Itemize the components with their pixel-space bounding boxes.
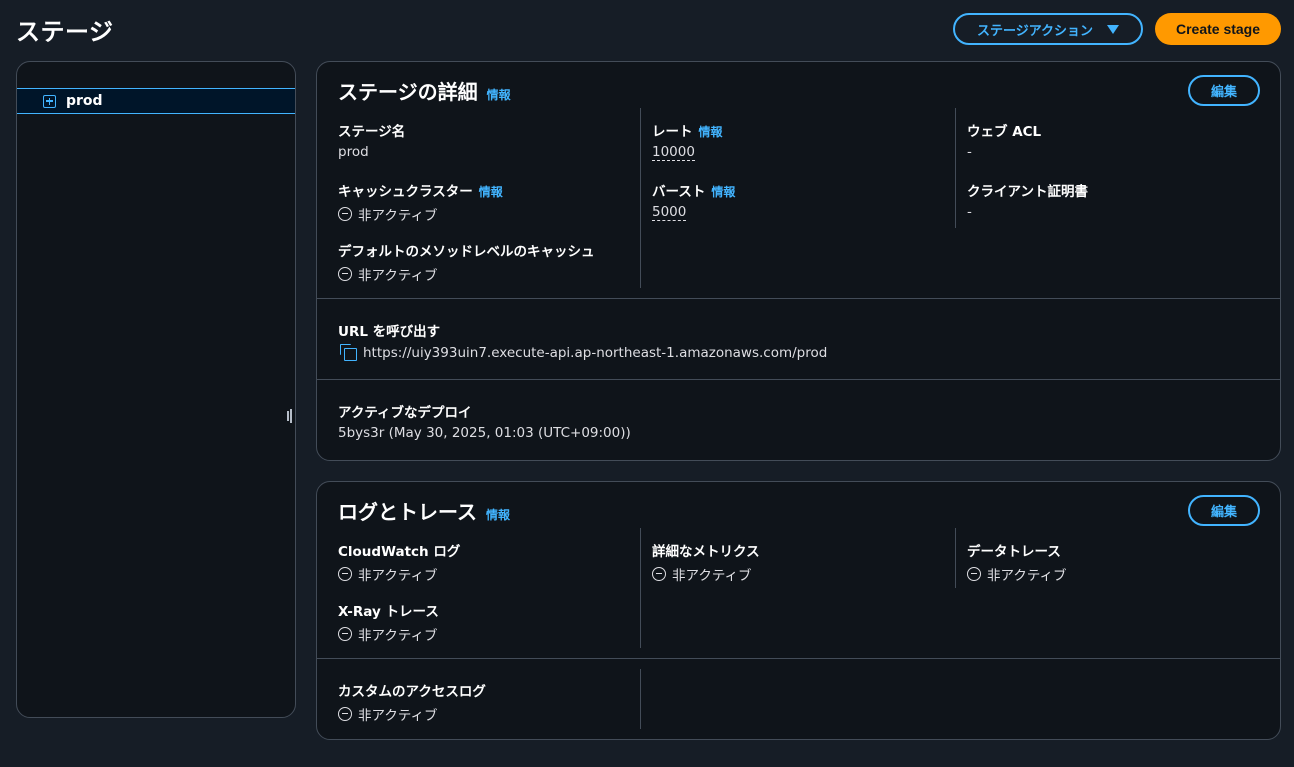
detailed-metrics-value: 非アクティブ bbox=[672, 568, 752, 584]
status-negative-icon bbox=[338, 627, 352, 641]
field-value: prod bbox=[338, 144, 405, 160]
active-deployment-value: 5bys3r (May 30, 2025, 01:03 (UTC+09:00)) bbox=[338, 425, 631, 441]
column-divider bbox=[640, 108, 641, 288]
data-trace-field: データトレース 非アクティブ bbox=[967, 540, 1067, 584]
default-method-cache-value: 非アクティブ bbox=[358, 268, 438, 284]
client-cert-value: - bbox=[967, 204, 972, 220]
info-link[interactable]: 情報 bbox=[711, 183, 735, 200]
stages-page: ステージ ステージアクション Create stage prod ステージの詳細… bbox=[0, 0, 1294, 767]
field-value: 5000 bbox=[652, 204, 735, 221]
page-title: ステージ bbox=[16, 18, 114, 46]
info-link[interactable]: 情報 bbox=[487, 86, 511, 103]
field-value: - bbox=[967, 204, 1088, 220]
status-negative-icon bbox=[338, 567, 352, 581]
field-value: 10000 bbox=[652, 144, 723, 161]
status-negative-icon bbox=[338, 267, 352, 281]
invoke-url-field: URL を呼び出す https://uiy393uin7.execute-api… bbox=[338, 320, 827, 361]
stage-name-field: ステージ名 prod bbox=[338, 120, 405, 160]
section-divider bbox=[317, 298, 1280, 299]
client-cert-field: クライアント証明書 - bbox=[967, 180, 1088, 220]
stage-details-header: ステージの詳細 情報 bbox=[338, 76, 511, 105]
field-label: 詳細なメトリクス bbox=[652, 544, 760, 560]
edit-logs-tracing-button[interactable]: 編集 bbox=[1188, 495, 1260, 526]
cloudwatch-logs-value: 非アクティブ bbox=[358, 568, 438, 584]
rate-field: レート 情報 10000 bbox=[652, 120, 723, 161]
create-stage-button[interactable]: Create stage bbox=[1155, 13, 1281, 45]
field-label: デフォルトのメソッドレベルのキャッシュ bbox=[338, 244, 595, 260]
column-divider bbox=[640, 528, 641, 648]
status-negative-icon bbox=[652, 567, 666, 581]
custom-access-logs-field: カスタムのアクセスログ 非アクティブ bbox=[338, 680, 486, 724]
section-divider bbox=[317, 379, 1280, 380]
field-value: 非アクティブ bbox=[338, 204, 503, 224]
burst-value[interactable]: 5000 bbox=[652, 204, 687, 221]
default-method-cache-field: デフォルトのメソッドレベルのキャッシュ 非アクティブ bbox=[338, 240, 595, 284]
copy-icon[interactable] bbox=[340, 344, 357, 361]
stage-actions-button[interactable]: ステージアクション bbox=[953, 13, 1143, 45]
burst-label: バースト bbox=[652, 184, 706, 200]
field-value: 非アクティブ bbox=[338, 704, 486, 724]
logs-tracing-container: ログとトレース 情報 編集 CloudWatch ログ 非アクティブ X-Ray… bbox=[316, 481, 1281, 740]
custom-access-logs-value: 非アクティブ bbox=[358, 708, 438, 724]
expand-icon[interactable] bbox=[43, 94, 56, 108]
status-negative-icon bbox=[338, 707, 352, 721]
rate-value[interactable]: 10000 bbox=[652, 144, 695, 161]
burst-field: バースト 情報 5000 bbox=[652, 180, 735, 221]
detailed-metrics-field: 詳細なメトリクス 非アクティブ bbox=[652, 540, 760, 584]
active-deployment-field: アクティブなデプロイ 5bys3r (May 30, 2025, 01:03 (… bbox=[338, 401, 631, 441]
cache-cluster-value: 非アクティブ bbox=[358, 208, 438, 224]
tree-item-prod[interactable]: prod bbox=[17, 88, 295, 114]
cache-cluster-field: キャッシュクラスター 情報 非アクティブ bbox=[338, 180, 503, 224]
field-label: データトレース bbox=[967, 544, 1061, 560]
stage-details-container: ステージの詳細 情報 編集 ステージ名 prod キャッシュクラスター 情報 非… bbox=[316, 61, 1281, 461]
column-divider bbox=[955, 108, 956, 228]
stage-actions-label: ステージアクション bbox=[976, 23, 1094, 39]
cache-cluster-label: キャッシュクラスター bbox=[338, 184, 473, 200]
field-value: 非アクティブ bbox=[338, 564, 460, 584]
cloudwatch-logs-field: CloudWatch ログ 非アクティブ bbox=[338, 540, 460, 584]
web-acl-field: ウェブ ACL - bbox=[967, 120, 1041, 160]
xray-tracing-value: 非アクティブ bbox=[358, 628, 438, 644]
field-label: CloudWatch ログ bbox=[338, 544, 461, 560]
field-label: ウェブ ACL bbox=[967, 124, 1042, 140]
field-label: キャッシュクラスター 情報 bbox=[338, 180, 503, 200]
field-value: 非アクティブ bbox=[652, 564, 760, 584]
column-divider bbox=[955, 528, 956, 588]
logs-tracing-header: ログとトレース 情報 bbox=[338, 496, 510, 525]
stage-details-title: ステージの詳細 bbox=[338, 80, 478, 104]
data-trace-value: 非アクティブ bbox=[987, 568, 1067, 584]
field-label: バースト 情報 bbox=[652, 180, 735, 200]
caret-down-icon bbox=[1107, 24, 1120, 34]
rate-label: レート bbox=[652, 124, 693, 140]
section-divider bbox=[317, 658, 1280, 659]
field-value: 非アクティブ bbox=[338, 624, 439, 644]
field-label: アクティブなデプロイ bbox=[338, 405, 472, 421]
column-divider bbox=[640, 669, 641, 729]
web-acl-value: - bbox=[967, 144, 972, 160]
info-link[interactable]: 情報 bbox=[479, 183, 503, 200]
field-label: クライアント証明書 bbox=[967, 184, 1088, 200]
logs-tracing-title: ログとトレース bbox=[338, 500, 477, 524]
field-value: 非アクティブ bbox=[338, 264, 595, 284]
status-negative-icon bbox=[338, 207, 352, 221]
invoke-url-value: https://uiy393uin7.execute-api.ap-northe… bbox=[363, 344, 828, 361]
field-value: https://uiy393uin7.execute-api.ap-northe… bbox=[338, 344, 827, 361]
field-value: 非アクティブ bbox=[967, 564, 1067, 584]
status-negative-icon bbox=[967, 567, 981, 581]
xray-tracing-field: X-Ray トレース 非アクティブ bbox=[338, 600, 439, 644]
field-label: X-Ray トレース bbox=[338, 604, 439, 620]
stage-tree-panel: prod bbox=[16, 61, 296, 718]
field-value: 5bys3r (May 30, 2025, 01:03 (UTC+09:00)) bbox=[338, 425, 631, 441]
tree-item-label: prod bbox=[66, 93, 103, 109]
field-label: カスタムのアクセスログ bbox=[338, 684, 486, 700]
field-value: - bbox=[967, 144, 1041, 160]
stage-name-value: prod bbox=[338, 144, 369, 160]
field-label: レート 情報 bbox=[652, 120, 723, 140]
panel-resize-handle[interactable] bbox=[285, 407, 293, 423]
info-link[interactable]: 情報 bbox=[699, 123, 723, 140]
field-label: URL を呼び出す bbox=[338, 324, 441, 340]
edit-stage-details-button[interactable]: 編集 bbox=[1188, 75, 1260, 106]
info-link[interactable]: 情報 bbox=[486, 506, 510, 523]
field-label: ステージ名 bbox=[338, 124, 406, 140]
